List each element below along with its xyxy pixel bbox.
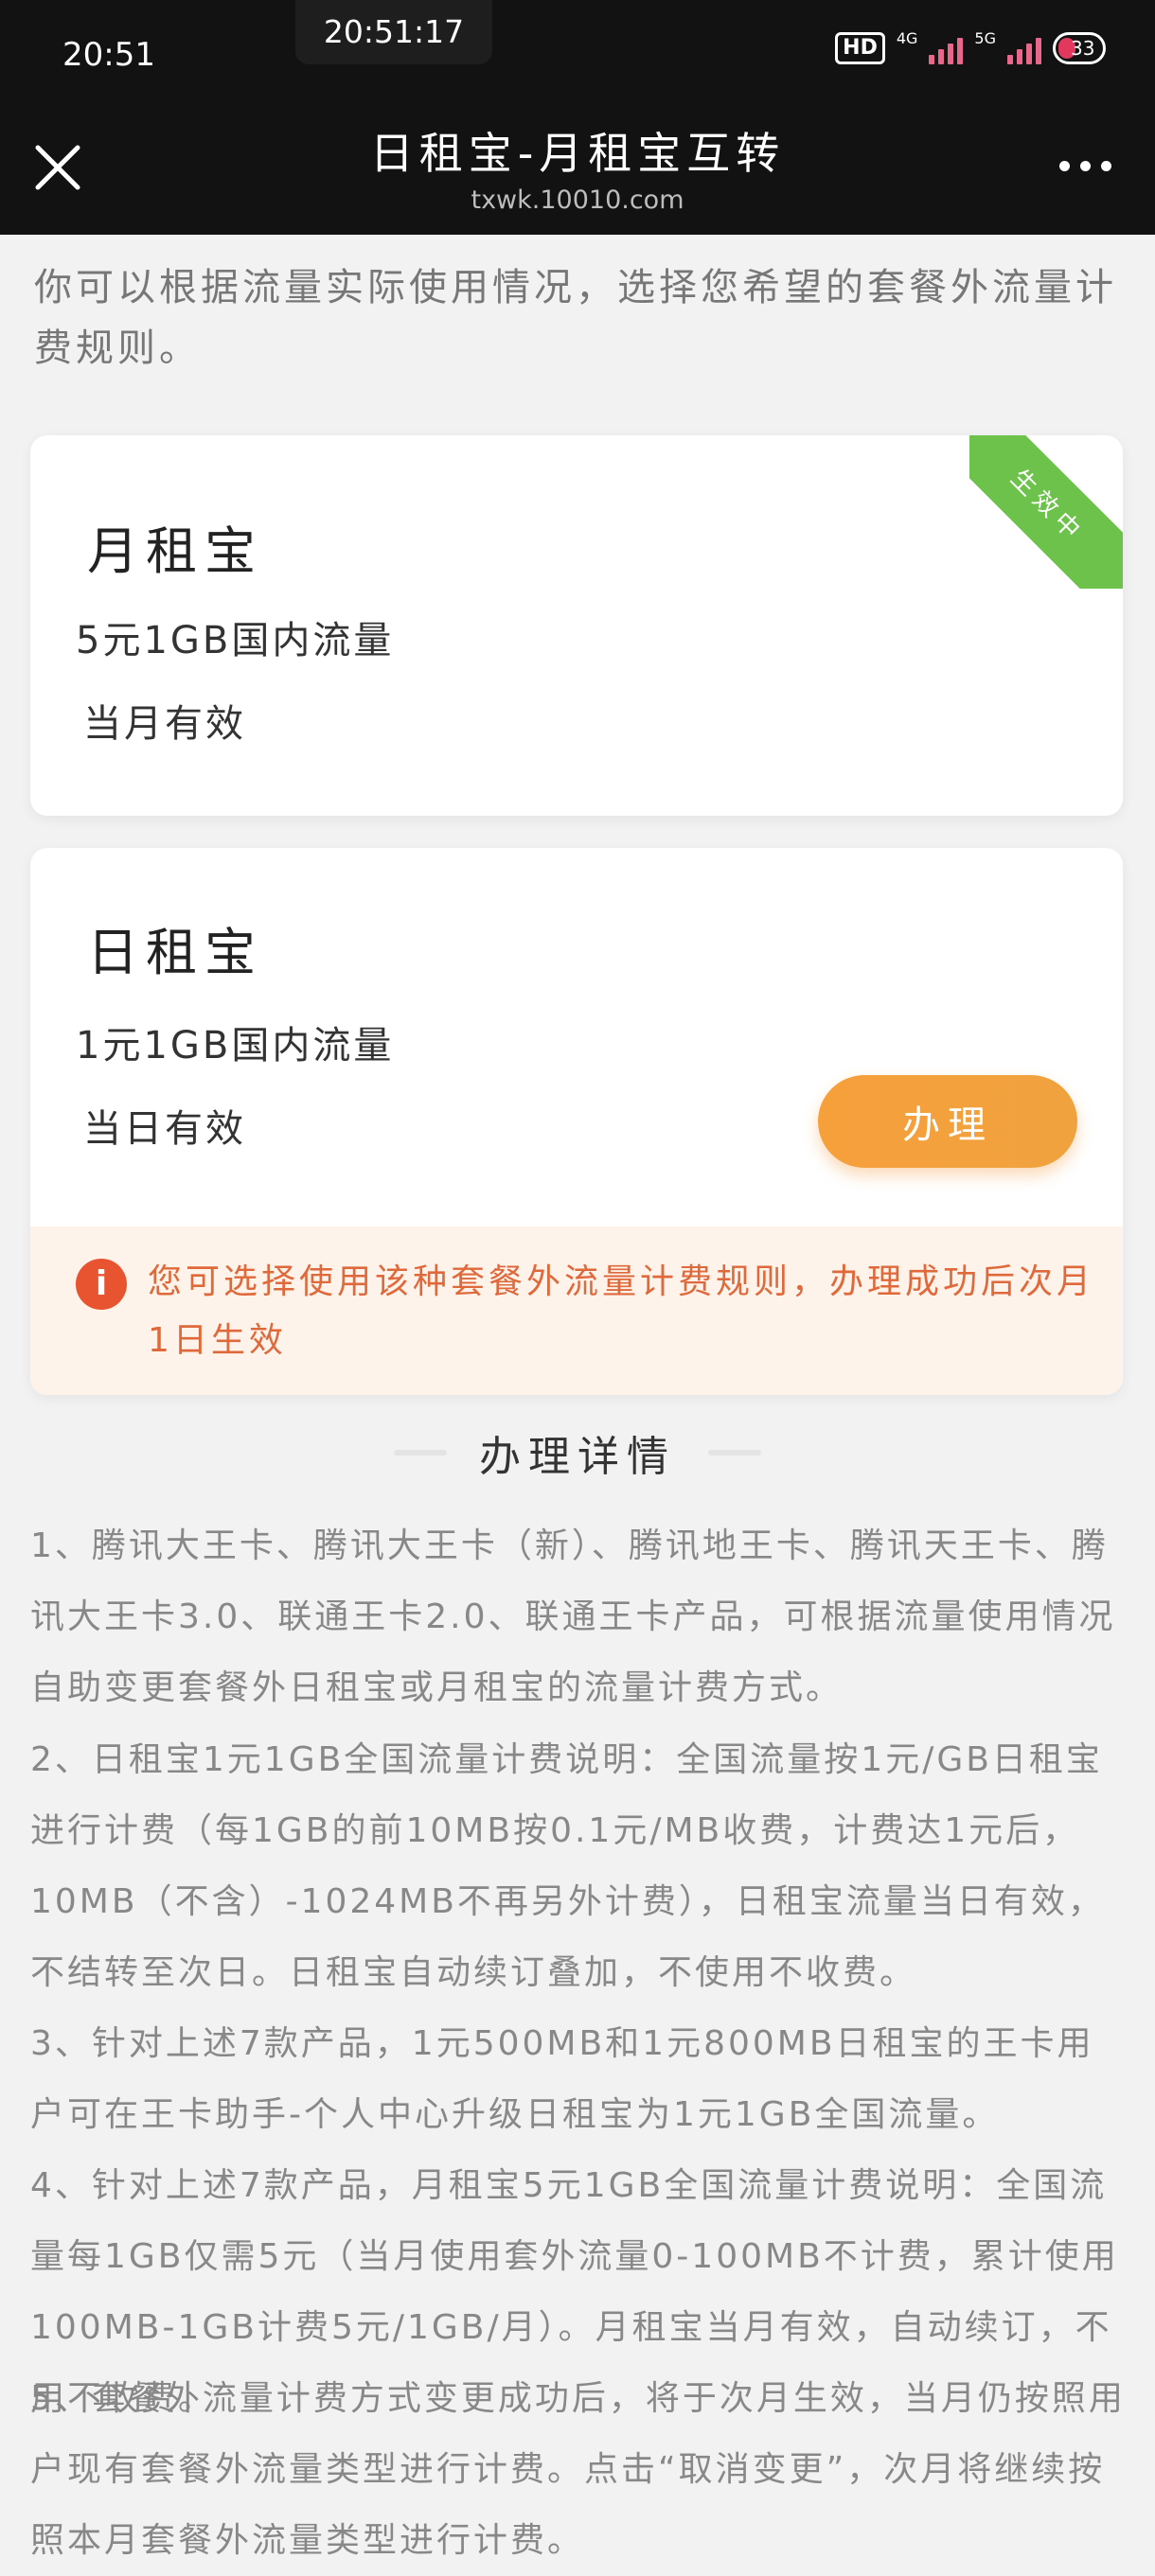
- battery-icon: 33: [1053, 32, 1106, 64]
- hd-icon: HD: [835, 32, 885, 64]
- detail-item-1: 1、腾讯大王卡、腾讯大王卡（新）、腾讯地王卡、腾讯天王卡、腾讯大王卡3.0、联通…: [30, 1526, 1116, 1707]
- daily-plan-card: 日租宝 1元1GB国内流量 当日有效 办理 i 您可选择使用该种套餐外流量计费规…: [30, 848, 1123, 1395]
- monthly-plan-price: 5元1GB国内流量: [76, 619, 395, 662]
- signal-5g-icon: [1007, 32, 1041, 64]
- active-ribbon: 生效中: [969, 435, 1123, 589]
- status-time: 20:51: [62, 36, 155, 74]
- daily-plan-validity: 当日有效: [83, 1107, 246, 1151]
- signal-4g-icon: [929, 32, 964, 64]
- monthly-plan-card: 生效中 月租宝 5元1GB国内流量 当月有效: [30, 435, 1123, 816]
- details-heading-text: 办理详情: [479, 1433, 676, 1481]
- status-icons: HD 4G 5G 33: [835, 29, 1106, 64]
- page-title: 日租宝-月租宝互转: [369, 128, 786, 179]
- page-url: txwk.10010.com: [471, 185, 684, 215]
- nav-bar: 日租宝-月租宝互转 txwk.10010.com: [0, 114, 1155, 235]
- detail-item-3: 3、针对上述7款产品，1元500MB和1元800MB日租宝的王卡用户可在王卡助手…: [30, 2024, 1094, 2134]
- floating-clock: 20:51:17: [295, 0, 492, 64]
- notice-banner: i 您可选择使用该种套餐外流量计费规则，办理成功后次月1日生效: [30, 1226, 1123, 1395]
- info-icon: i: [76, 1259, 127, 1310]
- more-icon[interactable]: [1059, 161, 1111, 171]
- daily-plan-title: 日租宝: [87, 923, 263, 982]
- heading-divider-right: [708, 1450, 761, 1456]
- monthly-plan-validity: 当月有效: [83, 702, 246, 746]
- details-heading: 办理详情: [0, 1420, 1155, 1486]
- network-4g-label: 4G: [896, 29, 918, 47]
- battery-level: 33: [1071, 37, 1095, 60]
- detail-item-2: 2、日租宝1元1GB全国流量计费说明：全国流量按1元/GB日租宝进行计费（每1G…: [30, 1740, 1105, 1992]
- status-bar: 20:51 20:51:17 HD 4G 5G 33: [0, 0, 1155, 114]
- daily-plan-price: 1元1GB国内流量: [76, 1024, 395, 1067]
- monthly-plan-title: 月租宝: [87, 521, 263, 581]
- detail-item-5: 5、套餐外流量计费方式变更成功后，将于次月生效，当月仍按照用户现有套餐外流量类型…: [30, 2379, 1126, 2560]
- notice-text: 您可选择使用该种套餐外流量计费规则，办理成功后次月1日生效: [148, 1262, 1095, 1360]
- intro-text: 你可以根据流量实际使用情况，选择您希望的套餐外流量计费规则。: [34, 266, 1117, 370]
- heading-divider-left: [394, 1450, 447, 1456]
- apply-button[interactable]: 办理: [818, 1075, 1077, 1168]
- active-ribbon-label: 生效中: [969, 435, 1123, 589]
- network-5g-label: 5G: [974, 29, 996, 47]
